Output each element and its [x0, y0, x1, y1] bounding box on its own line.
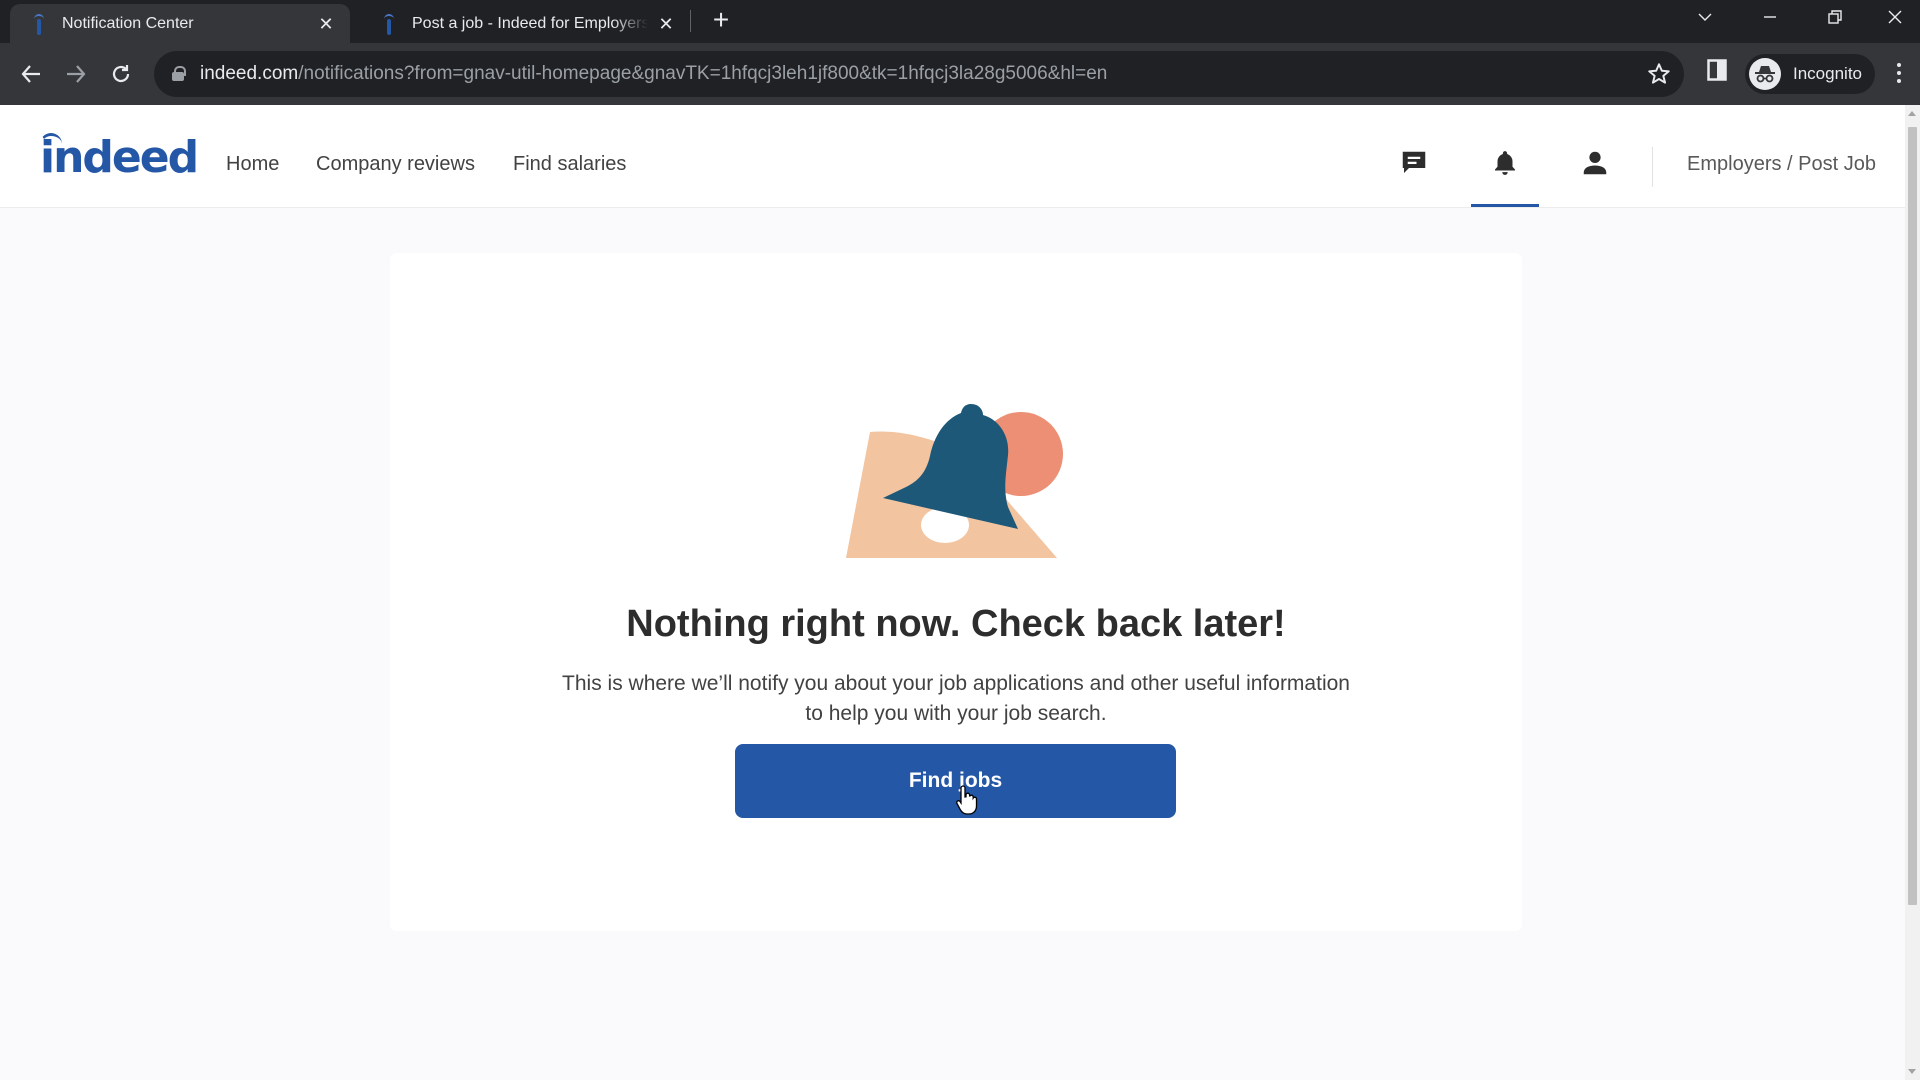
browser-tab-strip: Notification Center ✕ Post a job - Indee… — [0, 0, 1920, 43]
bookmark-star-icon[interactable] — [1646, 61, 1672, 87]
profile-icon — [1583, 151, 1607, 175]
notifications-empty-card: Nothing right now. Check back later! Thi… — [390, 253, 1522, 931]
indeed-favicon-icon — [32, 13, 46, 35]
logo-text: indeed — [40, 132, 199, 183]
restore-button[interactable] — [1805, 0, 1865, 34]
notifications-button[interactable] — [1487, 145, 1523, 181]
nav-find-salaries[interactable]: Find salaries — [513, 153, 626, 176]
tab-post-a-job[interactable]: Post a job - Indeed for Employers ✕ — [360, 4, 690, 43]
scroll-thumb[interactable] — [1908, 127, 1917, 905]
browser-menu-icon[interactable] — [1896, 63, 1902, 85]
url-path: /notifications?from=gnav-util-homepage&g… — [298, 63, 1108, 84]
close-tab-icon[interactable]: ✕ — [656, 14, 676, 34]
back-button[interactable] — [14, 57, 48, 91]
scroll-up-arrow-icon[interactable] — [1908, 111, 1916, 116]
side-panel-icon[interactable] — [1707, 59, 1727, 81]
nav-home[interactable]: Home — [226, 153, 279, 176]
incognito-label: Incognito — [1793, 64, 1862, 83]
address-bar[interactable]: indeed.com/notifications?from=gnav-util-… — [154, 51, 1684, 97]
chevron-down-icon — [1698, 13, 1712, 21]
hand-pointer-cursor-icon — [956, 785, 978, 815]
minimize-button[interactable] — [1740, 0, 1800, 34]
indeed-logo[interactable]: indeed — [40, 132, 199, 183]
incognito-icon — [1749, 58, 1781, 90]
close-window-icon — [1888, 10, 1902, 24]
empty-state-description: This is where we’ll notify you about you… — [562, 672, 1350, 725]
tab-title: Notification Center — [62, 14, 194, 32]
minimize-icon — [1764, 16, 1776, 18]
site-header: indeed Home Company reviews Find salarie… — [0, 105, 1905, 208]
url-text[interactable]: indeed.com/notifications?from=gnav-util-… — [200, 63, 1107, 85]
forward-arrow-icon — [67, 65, 86, 83]
bell-illustration — [846, 404, 1063, 558]
restore-icon — [1828, 10, 1842, 24]
tab-separator — [690, 10, 691, 32]
back-arrow-icon — [21, 65, 40, 83]
empty-state-title: Nothing right now. Check back later! — [626, 603, 1286, 645]
url-host: indeed.com — [200, 63, 299, 84]
messages-icon — [1402, 151, 1426, 173]
employers-post-job-link[interactable]: Employers / Post Job — [1687, 153, 1876, 176]
indeed-favicon-icon — [382, 13, 396, 35]
new-tab-button[interactable]: + — [706, 6, 736, 36]
reload-icon — [112, 65, 130, 83]
header-divider — [1652, 147, 1653, 187]
nav-company-reviews[interactable]: Company reviews — [316, 153, 475, 176]
active-tab-indicator — [1471, 204, 1539, 207]
notifications-bell-icon — [1495, 151, 1515, 175]
browser-toolbar: indeed.com/notifications?from=gnav-util-… — [0, 43, 1920, 105]
tab-search-button[interactable] — [1675, 0, 1735, 34]
page-viewport: indeed Home Company reviews Find salarie… — [0, 105, 1920, 1080]
lock-icon — [172, 66, 186, 81]
reload-button[interactable] — [104, 57, 138, 91]
profile-button[interactable] — [1577, 145, 1613, 181]
tab-title: Post a job - Indeed for Employers — [412, 14, 648, 32]
page-scrollbar[interactable] — [1905, 105, 1920, 1080]
close-window-button[interactable] — [1870, 0, 1920, 34]
scroll-down-arrow-icon[interactable] — [1908, 1069, 1916, 1074]
close-tab-icon[interactable]: ✕ — [316, 14, 336, 34]
tab-notification-center[interactable]: Notification Center ✕ — [10, 4, 350, 43]
forward-button[interactable] — [59, 57, 93, 91]
incognito-profile-button[interactable]: Incognito — [1745, 54, 1875, 94]
messages-button[interactable] — [1396, 145, 1432, 181]
